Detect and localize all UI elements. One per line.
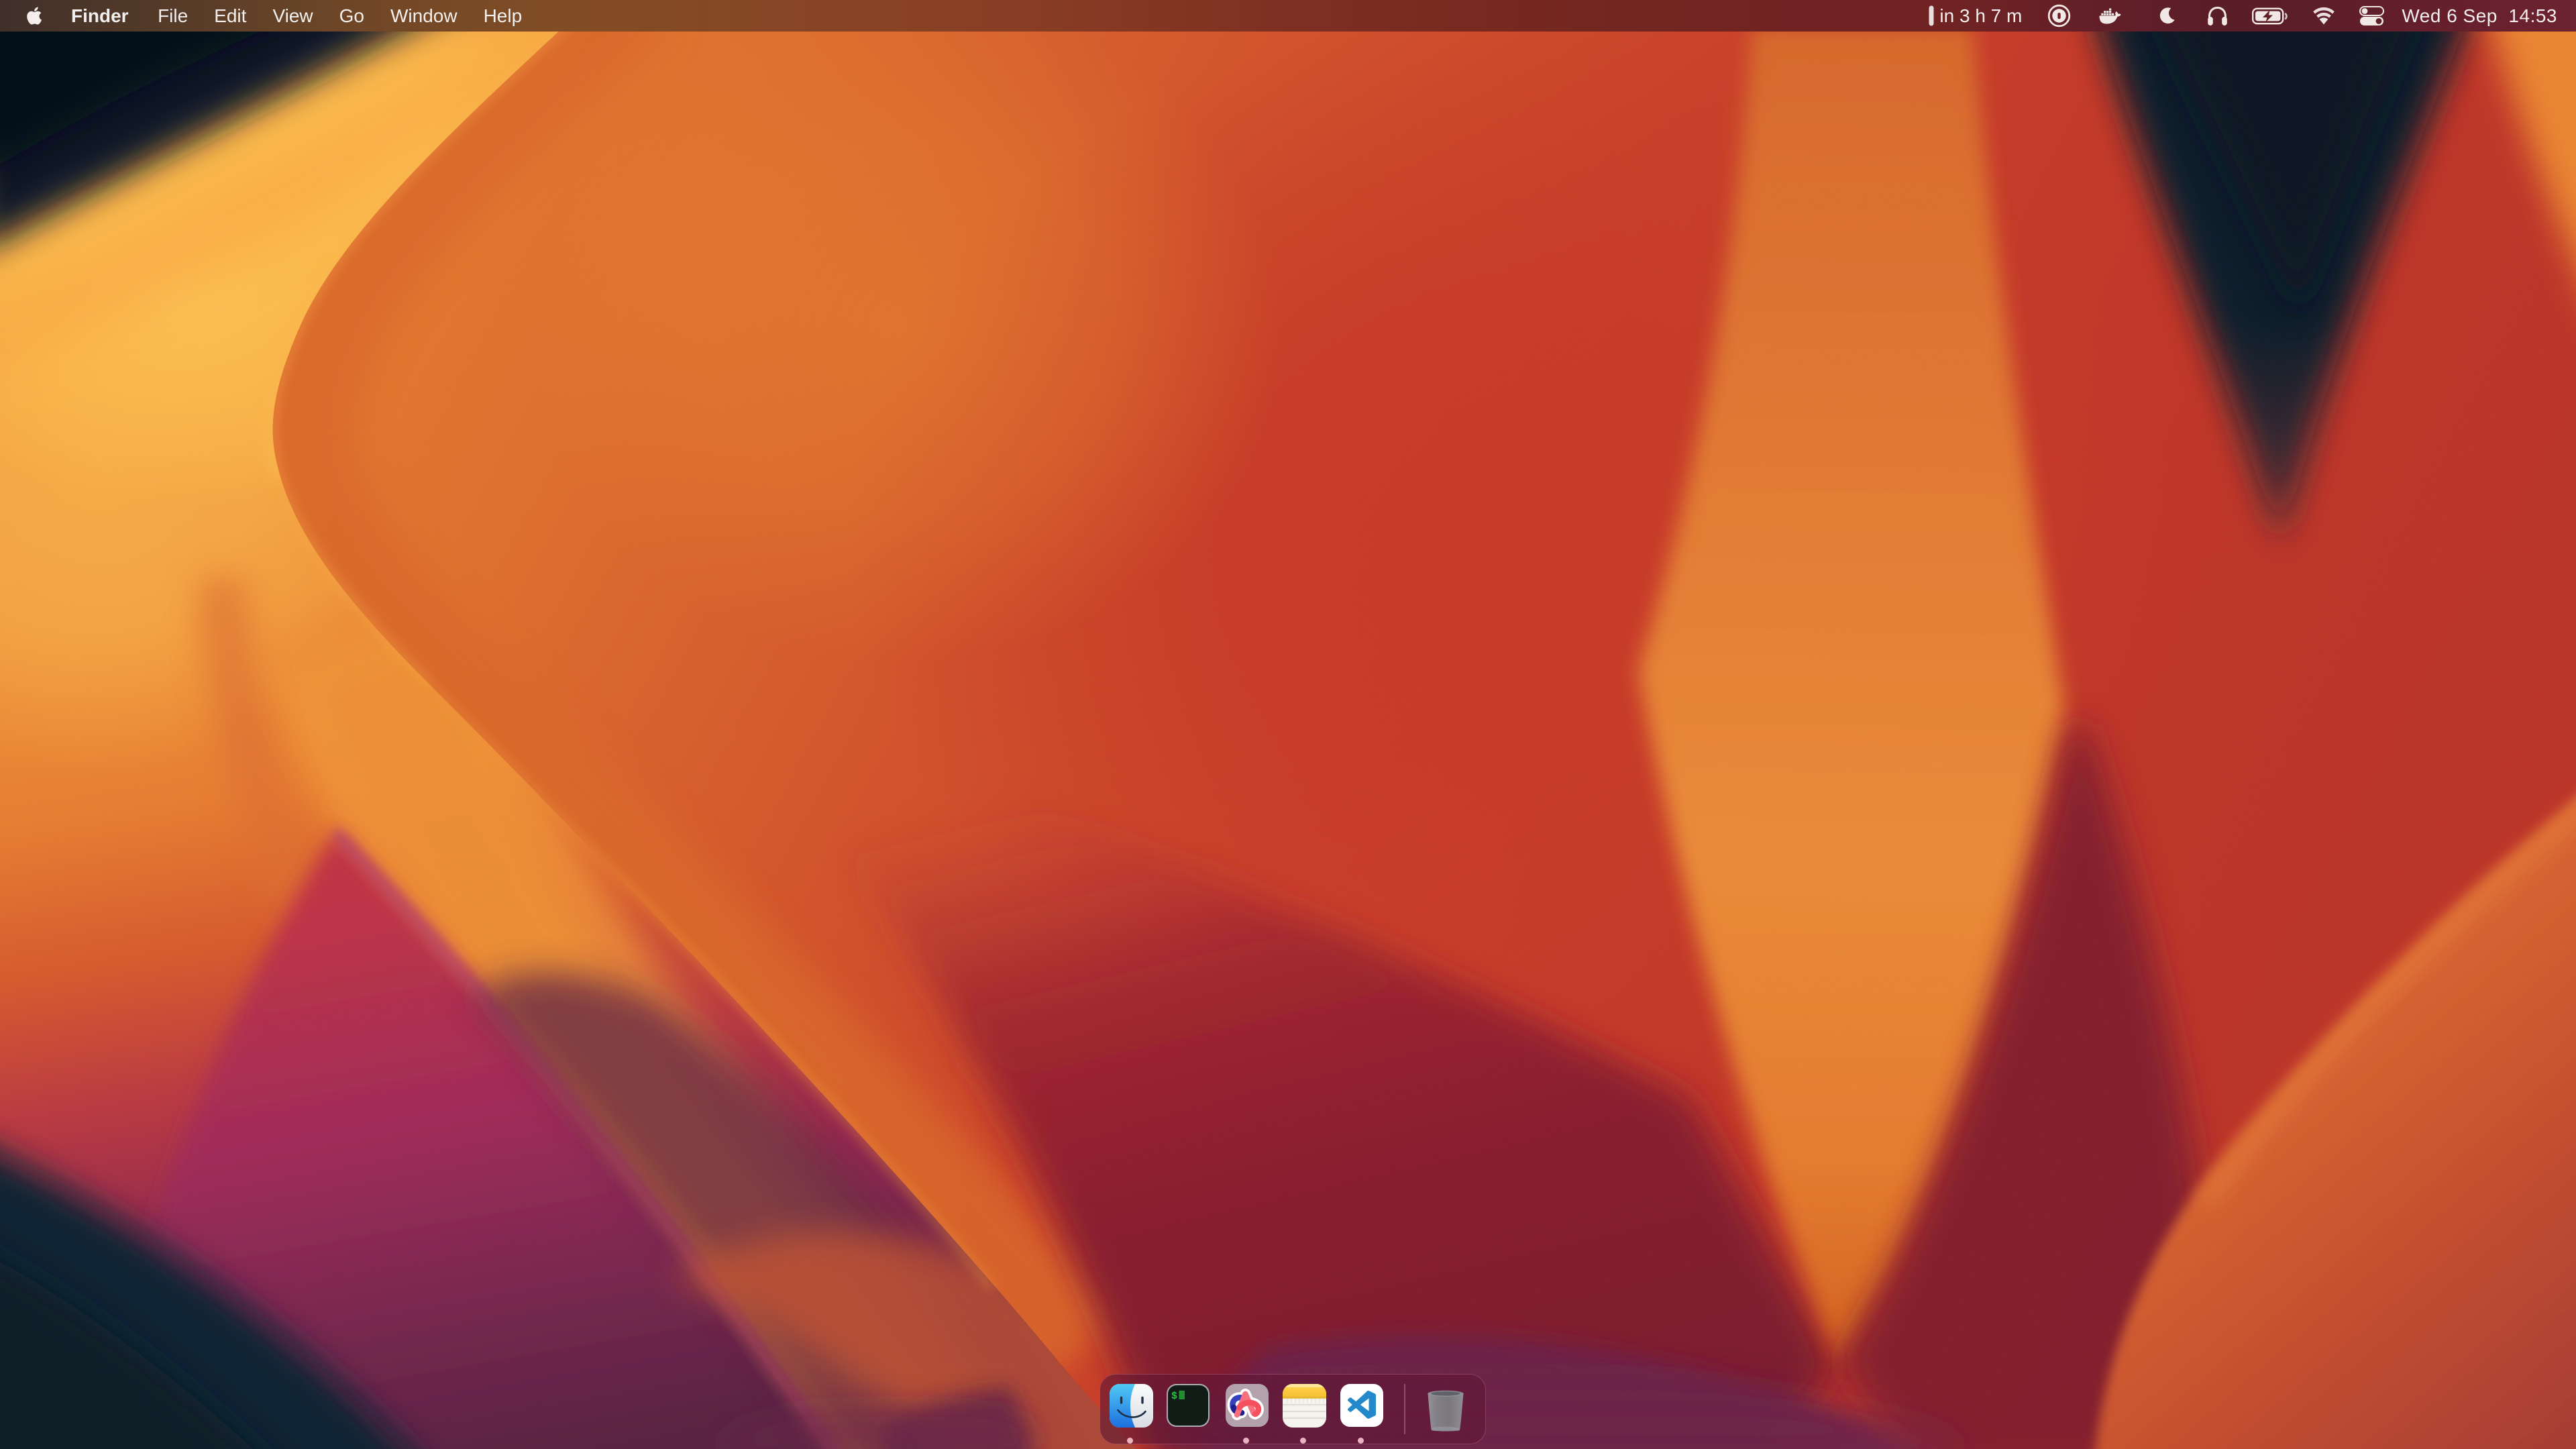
svg-text:$: $ bbox=[1171, 1391, 1177, 1402]
